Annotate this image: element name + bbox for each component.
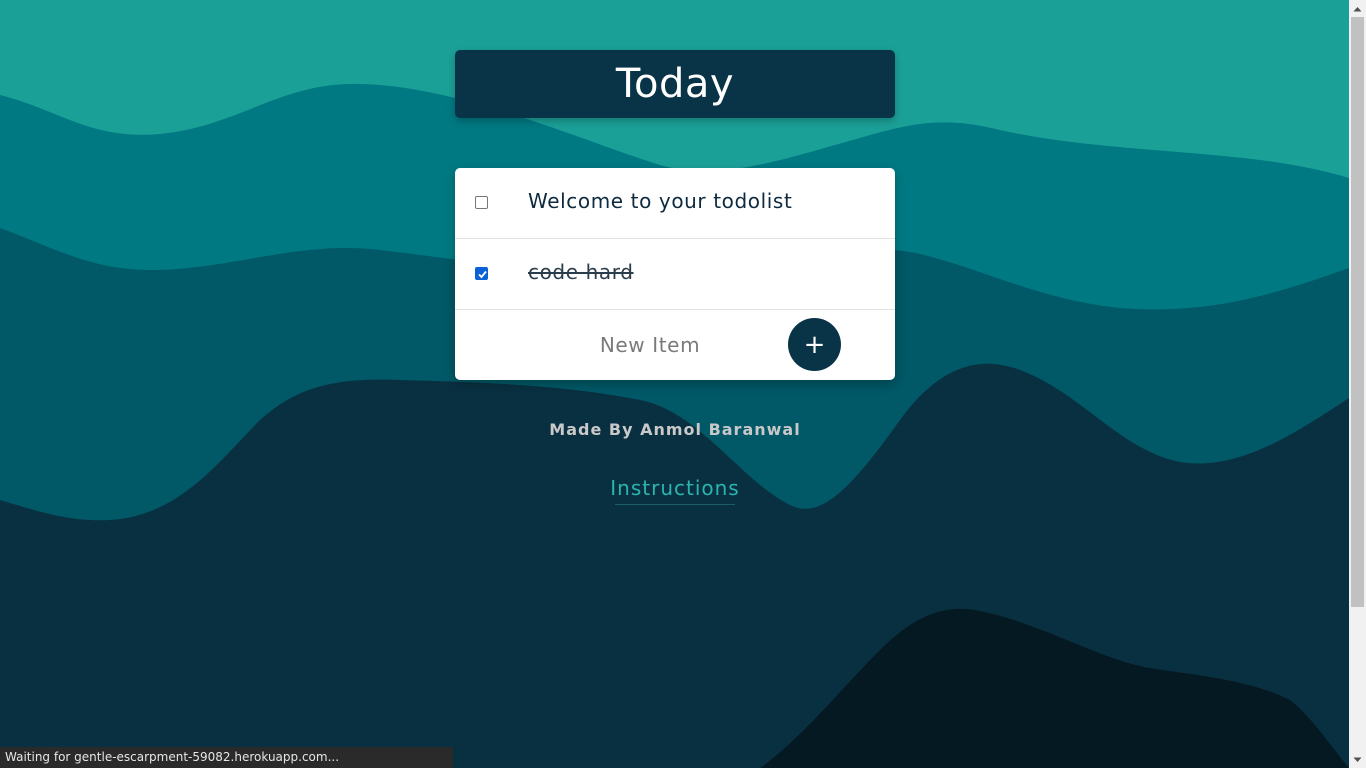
- new-item-input[interactable]: [555, 330, 745, 360]
- scroll-down-button[interactable]: [1349, 751, 1366, 768]
- page-header: Today: [455, 50, 895, 118]
- scrollbar-thumb[interactable]: [1351, 17, 1364, 607]
- browser-status-bar: Waiting for gentle-escarpment-59082.hero…: [0, 747, 453, 768]
- todo-list-card: Welcome to your todolist code hard +: [455, 168, 895, 380]
- todo-item: code hard: [455, 239, 895, 310]
- plus-icon: +: [803, 329, 826, 360]
- todo-item-label: Welcome to your todolist: [528, 189, 793, 213]
- chevron-up-icon: [1353, 6, 1362, 11]
- todo-item-label: code hard: [528, 260, 634, 284]
- add-item-button[interactable]: +: [788, 318, 841, 371]
- page-viewport: Today Welcome to your todolist code hard…: [0, 0, 1349, 768]
- page-title: Today: [615, 61, 735, 107]
- checkmark-icon: [478, 270, 487, 279]
- instructions-link-label: Instructions: [610, 476, 740, 500]
- todo-item: Welcome to your todolist: [455, 168, 895, 239]
- vertical-scrollbar[interactable]: [1349, 0, 1366, 768]
- chevron-down-icon: [1353, 757, 1362, 762]
- todo-checkbox-checked[interactable]: [475, 267, 488, 280]
- todo-checkbox[interactable]: [475, 196, 488, 209]
- link-underline: [615, 504, 735, 505]
- scroll-up-button[interactable]: [1349, 0, 1366, 17]
- made-by-text: Made By Anmol Baranwal: [549, 420, 801, 439]
- new-item-form: +: [455, 310, 895, 380]
- instructions-link[interactable]: Instructions: [575, 476, 775, 505]
